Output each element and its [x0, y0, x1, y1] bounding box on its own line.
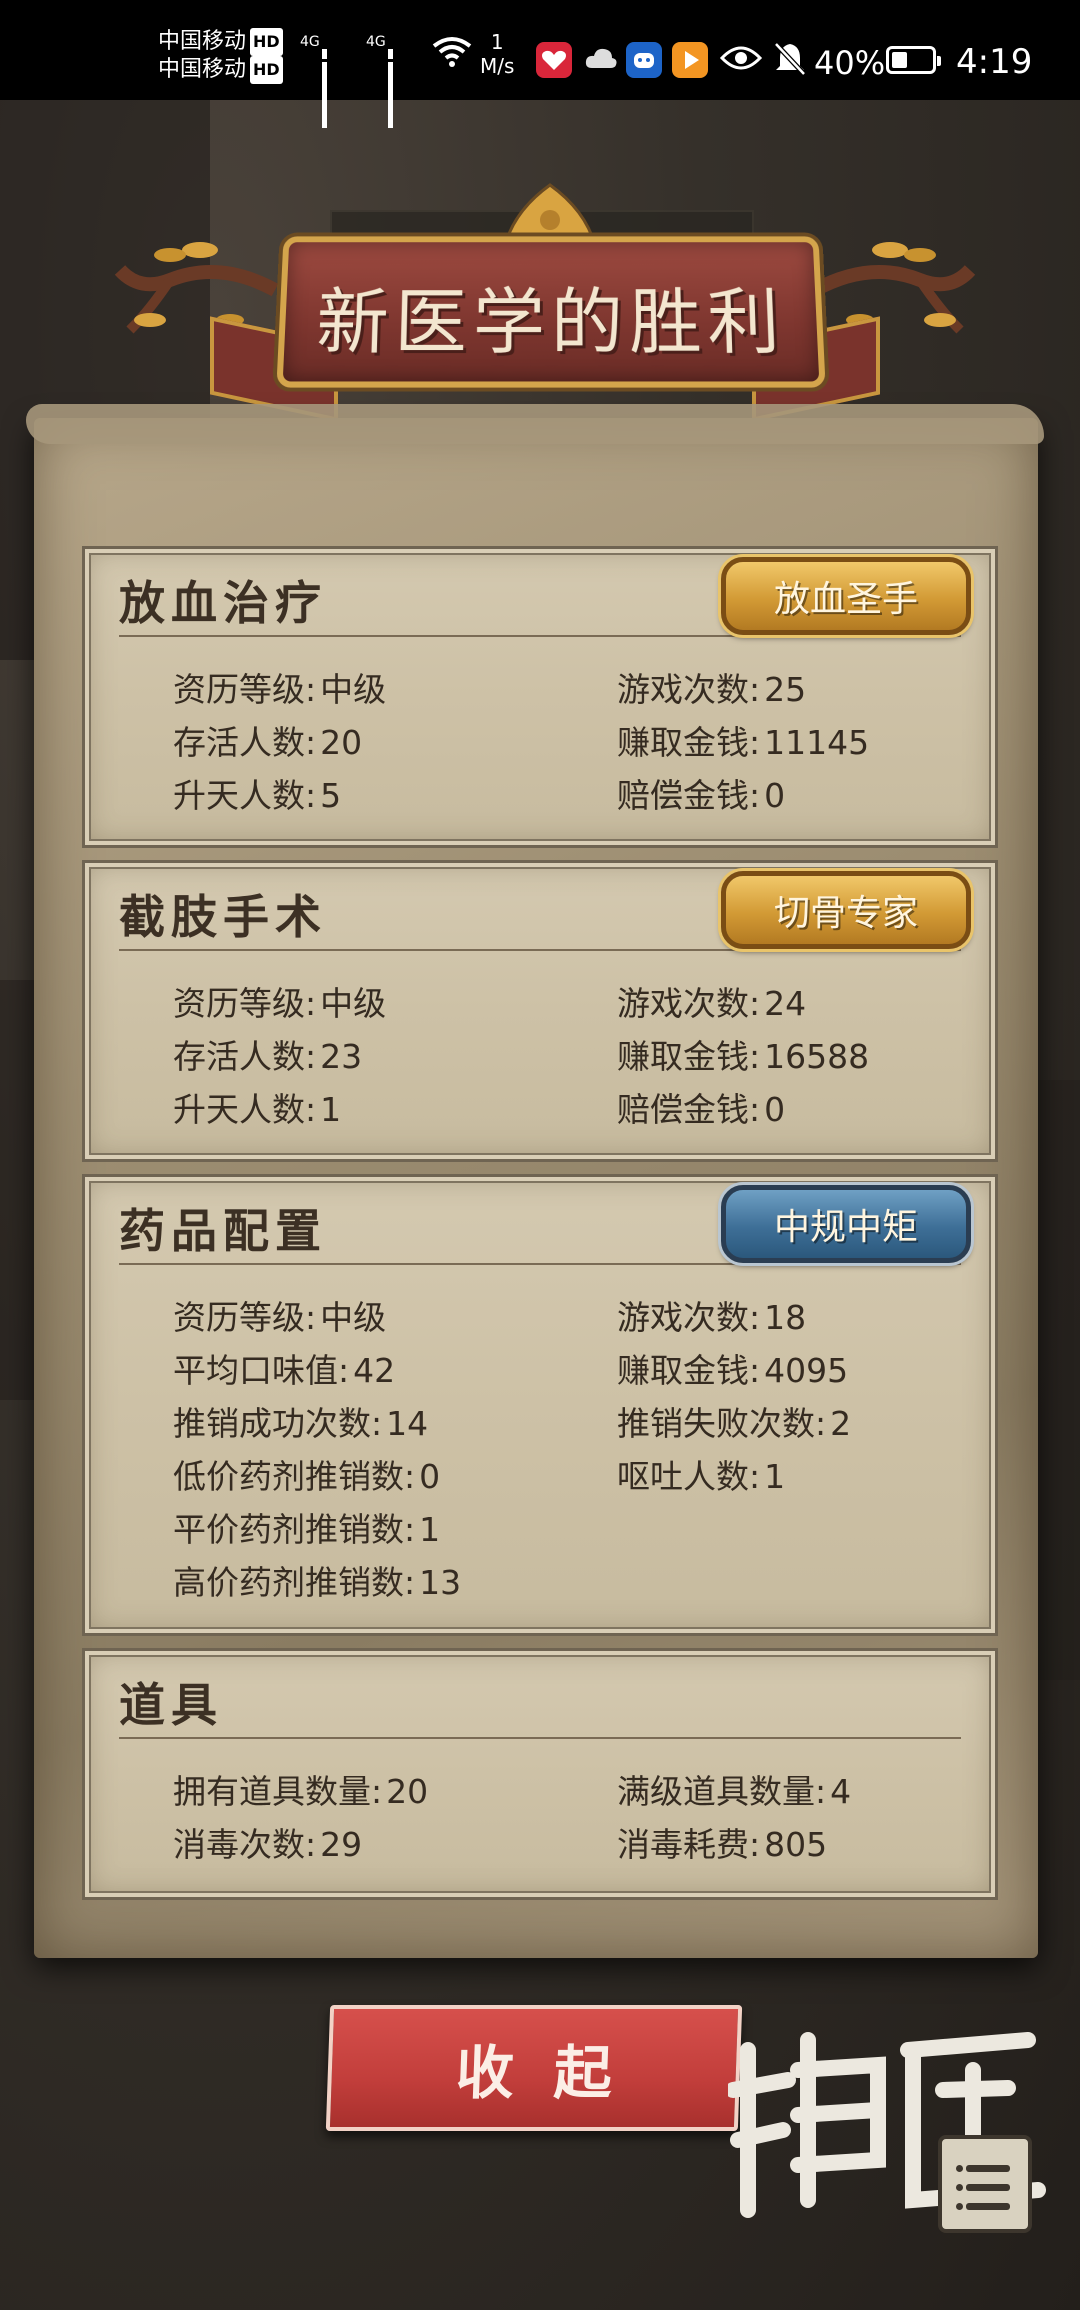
status-bar: 中国移动 HD 中国移动 HD 4G 4G 1 M/s 40% 4:19 — [0, 0, 1080, 128]
eye-icon — [720, 46, 762, 70]
stat-mid-price-sales: 平价药剂推销数: 1 — [173, 1510, 441, 1549]
carrier-name-2: 中国移动 — [158, 57, 247, 82]
panel-amputation: 截肢手术 切骨专家 资历等级: 中级 游戏次数: 24 存活人数: 23 赚取金钱: 1… — [82, 860, 998, 1162]
stat-rank: 资历等级: 中级 — [173, 1298, 387, 1337]
stat-avg-taste: 平均口味值: 42 — [173, 1351, 396, 1390]
app-robot-icon — [626, 42, 662, 78]
collapse-button[interactable]: 收起 — [325, 2005, 743, 2131]
stat-games-played: 游戏次数: 18 — [617, 1298, 807, 1337]
hd-badge-1: HD — [250, 28, 283, 56]
stat-survivors: 存活人数: 23 — [173, 1037, 363, 1076]
stat-deaths: 升天人数: 1 — [173, 1090, 342, 1129]
panel-title: 药品配置 — [119, 1204, 327, 1258]
stat-money-earned: 赚取金钱: 4095 — [617, 1351, 849, 1390]
stat-disinfect-count: 消毒次数: 29 — [173, 1825, 363, 1864]
page-title: 新医学的胜利 — [314, 280, 788, 365]
stat-sales-success: 推销成功次数: 14 — [173, 1404, 429, 1443]
title-badge[interactable]: 中规中矩 — [721, 1185, 971, 1263]
panel-divider — [119, 1737, 961, 1739]
speed-unit: M/s — [480, 54, 515, 78]
banner-ribbon: 新医学的胜利 — [276, 236, 826, 388]
bell-muted-icon — [774, 42, 806, 76]
battery-percent: 40% — [814, 44, 886, 82]
network-type-1: 4G — [300, 34, 320, 50]
stat-compensation: 赔偿金钱: 0 — [617, 776, 786, 815]
stat-low-price-sales: 低价药剂推销数: 0 — [173, 1457, 441, 1496]
stat-sales-failed: 推销失败次数: 2 — [617, 1404, 852, 1443]
stat-money-earned: 赚取金钱: 16588 — [617, 1037, 870, 1076]
battery-fill — [892, 52, 907, 68]
stat-games-played: 游戏次数: 24 — [617, 984, 807, 1023]
stat-rank: 资历等级: 中级 — [173, 670, 387, 709]
stat-deaths: 升天人数: 5 — [173, 776, 342, 815]
panel-divider — [119, 635, 961, 637]
stat-money-earned: 赚取金钱: 11145 — [617, 723, 870, 762]
carrier-name-1: 中国移动 — [158, 29, 247, 54]
stat-rank: 资历等级: 中级 — [173, 984, 387, 1023]
network-speed: 1 M/s — [480, 30, 514, 78]
cloud-icon — [585, 48, 617, 68]
stat-vomit-count: 呕吐人数: 1 — [617, 1457, 786, 1496]
stat-games-played: 游戏次数: 25 — [617, 670, 807, 709]
stat-items-owned: 拥有道具数量: 20 — [173, 1772, 429, 1811]
panel-title: 截肢手术 — [119, 890, 327, 944]
panel-title: 放血治疗 — [119, 576, 327, 630]
battery-icon — [886, 46, 941, 74]
panel-medicine: 药品配置 中规中矩 资历等级: 中级 游戏次数: 18 平均口味值: 42 赚取金钱:… — [82, 1174, 998, 1636]
speed-value: 1 — [490, 30, 504, 54]
panel-divider — [119, 949, 961, 951]
app-play-icon — [672, 42, 708, 78]
title-badge[interactable]: 切骨专家 — [721, 871, 971, 949]
carrier-info: 中国移动 HD 中国移动 HD — [158, 28, 283, 84]
panel-bloodletting: 放血治疗 放血圣手 资历等级: 中级 游戏次数: 25 存活人数: 20 赚取金钱: 1… — [82, 546, 998, 848]
clock: 4:19 — [956, 42, 1033, 82]
app-heart-icon — [536, 42, 572, 78]
title-banner: 新医学的胜利 — [110, 180, 980, 440]
stat-survivors: 存活人数: 20 — [173, 723, 363, 762]
panel-items: 道具 拥有道具数量: 20 满级道具数量: 4 消毒次数: 29 消毒耗费: 805 — [82, 1648, 998, 1900]
stat-items-max-level: 满级道具数量: 4 — [617, 1772, 852, 1811]
stat-compensation: 赔偿金钱: 0 — [617, 1090, 786, 1129]
panel-divider — [119, 1263, 961, 1265]
stat-high-price-sales: 高价药剂推销数: 13 — [173, 1563, 462, 1602]
hd-badge-2: HD — [250, 56, 283, 84]
menu-icon — [956, 2165, 963, 2172]
panel-title: 道具 — [119, 1678, 223, 1732]
network-type-2: 4G — [366, 34, 386, 50]
menu-button[interactable] — [938, 2135, 1032, 2233]
stat-disinfect-cost: 消毒耗费: 805 — [617, 1825, 828, 1864]
title-badge[interactable]: 放血圣手 — [721, 557, 971, 635]
wifi-icon — [432, 37, 472, 67]
